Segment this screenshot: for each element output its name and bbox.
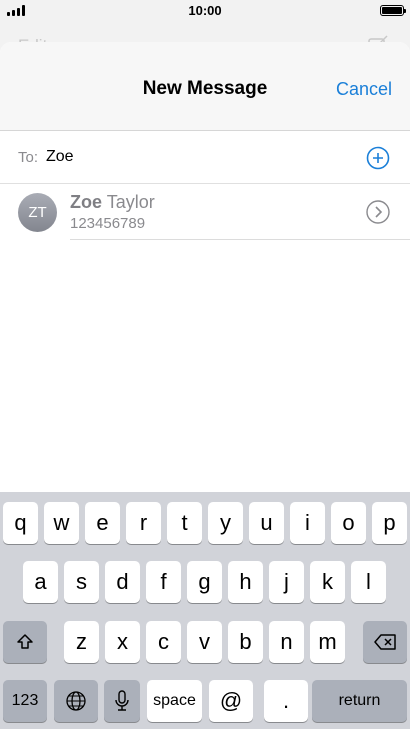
key-r[interactable]: r xyxy=(126,502,161,544)
shift-key[interactable] xyxy=(3,621,47,663)
contact-name: Zoe Taylor xyxy=(70,192,155,213)
contact-phone: 123456789 xyxy=(70,215,146,232)
divider xyxy=(70,239,410,240)
key-w[interactable]: w xyxy=(44,502,79,544)
name-match: Zoe xyxy=(70,192,103,212)
dictation-key[interactable] xyxy=(104,680,140,722)
key-m[interactable]: m xyxy=(310,621,345,663)
key-t[interactable]: t xyxy=(167,502,202,544)
key-j[interactable]: j xyxy=(269,561,304,603)
numbers-key[interactable]: 123 xyxy=(3,680,47,722)
key-u[interactable]: u xyxy=(249,502,284,544)
key-h[interactable]: h xyxy=(228,561,263,603)
key-s[interactable]: s xyxy=(64,561,99,603)
add-contact-icon[interactable] xyxy=(366,146,390,170)
to-label: To: xyxy=(18,149,39,166)
at-key[interactable]: @ xyxy=(209,680,253,722)
key-f[interactable]: f xyxy=(146,561,181,603)
key-k[interactable]: k xyxy=(310,561,345,603)
key-i[interactable]: i xyxy=(290,502,325,544)
shift-icon xyxy=(17,634,33,649)
return-key[interactable]: return xyxy=(312,680,407,722)
key-y[interactable]: y xyxy=(208,502,243,544)
recipient-row[interactable]: To: Zoe xyxy=(0,131,410,184)
chevron-right-icon[interactable] xyxy=(366,200,390,224)
status-time: 10:00 xyxy=(188,3,222,18)
nav-bar: New Message Cancel xyxy=(0,42,410,131)
globe-icon xyxy=(66,691,86,711)
keyboard: 123 space @ . return qwertyuiop asdfghjkl… xyxy=(0,492,410,729)
key-d[interactable]: d xyxy=(105,561,140,603)
recipient-input[interactable]: Zoe xyxy=(46,148,74,166)
status-bar: 10:00 xyxy=(0,0,410,22)
key-b[interactable]: b xyxy=(228,621,263,663)
contact-suggestion[interactable]: ZT Zoe Taylor 123456789 xyxy=(0,184,410,240)
key-c[interactable]: c xyxy=(146,621,181,663)
key-z[interactable]: z xyxy=(64,621,99,663)
backspace-icon xyxy=(374,634,396,650)
key-e[interactable]: e xyxy=(85,502,120,544)
backspace-key[interactable] xyxy=(363,621,407,663)
key-g[interactable]: g xyxy=(187,561,222,603)
avatar: ZT xyxy=(18,193,57,232)
key-p[interactable]: p xyxy=(372,502,407,544)
key-a[interactable]: a xyxy=(23,561,58,603)
cancel-button[interactable]: Cancel xyxy=(336,79,392,100)
key-q[interactable]: q xyxy=(3,502,38,544)
key-o[interactable]: o xyxy=(331,502,366,544)
key-x[interactable]: x xyxy=(105,621,140,663)
microphone-icon xyxy=(115,690,129,711)
key-n[interactable]: n xyxy=(269,621,304,663)
battery-icon xyxy=(380,5,406,16)
space-key[interactable]: space xyxy=(147,680,202,722)
globe-key[interactable] xyxy=(54,680,98,722)
key-v[interactable]: v xyxy=(187,621,222,663)
name-rest: Taylor xyxy=(102,192,155,212)
period-key[interactable]: . xyxy=(264,680,308,722)
key-l[interactable]: l xyxy=(351,561,386,603)
